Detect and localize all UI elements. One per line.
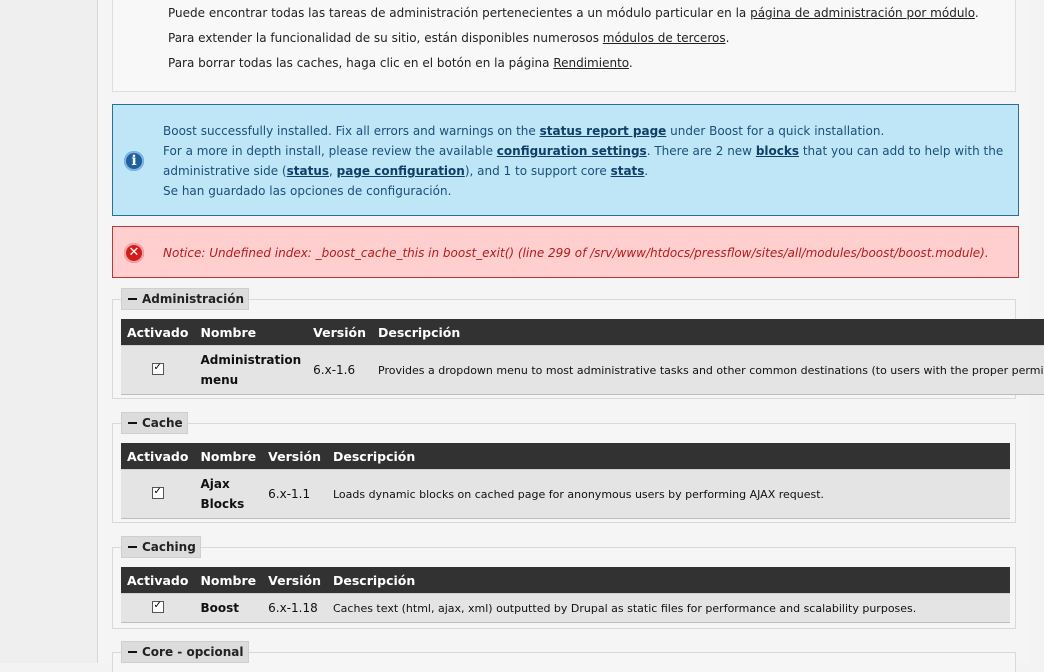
modules-table: Activado Nombre Versión Descripción ✓ Bo…: [121, 567, 1010, 623]
help-text: .: [628, 56, 633, 70]
help-line-2: Para extender la funcionalidad de su sit…: [168, 30, 729, 46]
collapse-icon: [128, 421, 137, 424]
help-text: .: [725, 31, 730, 45]
module-name: Ajax Blocks: [194, 469, 263, 519]
table-header: Activado Nombre Versión Descripción: [121, 319, 1044, 346]
status-text: For a more in depth install, please revi…: [163, 144, 497, 158]
info-icon: i: [124, 151, 144, 171]
col-version: Versión: [262, 443, 327, 470]
modules-table: Activado Nombre Versión Descripción ✓ Aj…: [121, 443, 1010, 519]
col-name: Nombre: [194, 443, 263, 470]
blocks-link[interactable]: blocks: [756, 144, 799, 158]
status-text: Boost successfully installed. Fix all er…: [163, 124, 540, 138]
status-text: . There are 2 new: [646, 144, 756, 158]
status-report-link[interactable]: status report page: [540, 124, 667, 138]
status-line-2: For a more in depth install, please revi…: [163, 143, 1003, 159]
col-name: Nombre: [194, 567, 263, 594]
help-text: .: [974, 6, 979, 20]
main-content: Puede encontrar todas las tareas de admi…: [98, 0, 1044, 672]
status-link[interactable]: status: [287, 164, 329, 178]
col-version: Versión: [307, 319, 373, 346]
error-message: ✕ Notice: Undefined index: _boost_cache_…: [112, 226, 1019, 278]
performance-link[interactable]: Rendimiento: [553, 56, 629, 70]
fieldset-toggle-cache[interactable]: Cache: [121, 412, 188, 434]
fieldset-legend: Caching: [142, 540, 196, 554]
fieldset-toggle-caching[interactable]: Caching: [121, 536, 201, 558]
fieldset-legend: Administración: [142, 292, 245, 306]
status-text: under Boost for a quick installation.: [666, 124, 885, 138]
help-block: Puede encontrar todas las tareas de admi…: [112, 0, 1016, 92]
status-line-1: Boost successfully installed. Fix all er…: [163, 123, 884, 139]
status-message: i Boost successfully installed. Fix all …: [112, 104, 1019, 216]
fieldset-legend: Cache: [142, 416, 183, 430]
status-text: administrative side (: [163, 164, 287, 178]
collapse-icon: [128, 545, 137, 548]
collapse-icon: [128, 297, 137, 300]
fieldset-administracion: Administración Activado Nombre Versión D…: [112, 288, 1044, 399]
help-line-3: Para borrar todas las caches, haga clic …: [168, 55, 633, 71]
stats-link[interactable]: stats: [611, 164, 645, 178]
checkmark: ✓: [153, 361, 162, 373]
per-module-admin-link[interactable]: página de administración por módulo: [750, 6, 975, 20]
col-enabled: Activado: [121, 319, 195, 346]
status-line-4: Se han guardado las opciones de configur…: [163, 184, 452, 198]
enabled-cell: ✓: [121, 469, 195, 519]
fieldset-legend: Core - opcional: [142, 645, 244, 659]
module-description: Provides a dropdown menu to most adminis…: [372, 345, 1044, 395]
fieldset-caching: Caching Activado Nombre Versión Descripc…: [112, 536, 1016, 629]
module-checkbox[interactable]: ✓: [151, 599, 164, 613]
fieldset-core-opcional: Core - opcional: [112, 641, 1016, 672]
col-description: Descripción: [327, 443, 1010, 470]
status-text: ), and 1 to support core: [464, 164, 611, 178]
enabled-cell: ✓: [121, 593, 195, 623]
table-header: Activado Nombre Versión Descripción: [121, 443, 1010, 470]
page-configuration-link[interactable]: page configuration: [337, 164, 465, 178]
checkmark: ✓: [153, 599, 162, 611]
help-text: Para extender la funcionalidad de su sit…: [168, 31, 603, 45]
error-notice-text: Notice: Undefined index: _boost_cache_th…: [163, 246, 989, 260]
col-enabled: Activado: [121, 443, 195, 470]
col-description: Descripción: [372, 319, 1044, 346]
module-name: Administration menu: [194, 345, 308, 395]
fieldset-toggle-core-opcional[interactable]: Core - opcional: [121, 641, 249, 663]
third-party-modules-link[interactable]: módulos de terceros: [603, 31, 726, 45]
fieldset-cache: Cache Activado Nombre Versión Descripció…: [112, 412, 1016, 523]
enabled-cell: ✓: [121, 345, 195, 395]
module-checkbox[interactable]: ✓: [151, 485, 164, 499]
col-name: Nombre: [194, 319, 308, 346]
left-sidebar: [0, 0, 98, 663]
collapse-icon: [128, 650, 137, 653]
checkmark: ✓: [153, 485, 162, 497]
table-row: ✓ Boost 6.x-1.18 Caches text (html, ajax…: [121, 593, 1010, 623]
help-text: Puede encontrar todas las tareas de admi…: [168, 6, 751, 20]
module-version: 6.x-1.1: [262, 469, 327, 519]
help-text: Para borrar todas las caches, haga clic …: [168, 56, 554, 70]
module-checkbox[interactable]: ✓: [151, 361, 164, 375]
status-text: .: [644, 164, 649, 178]
status-text: ,: [329, 164, 337, 178]
module-version: 6.x-1.18: [262, 593, 327, 623]
col-description: Descripción: [327, 567, 1010, 594]
error-icon: ✕: [124, 243, 144, 263]
table-row: ✓ Administration menu 6.x-1.6 Provides a…: [121, 345, 1044, 395]
status-line-3: administrative side (status, page config…: [163, 163, 648, 179]
module-description: Loads dynamic blocks on cached page for …: [327, 469, 1010, 519]
configuration-settings-link[interactable]: configuration settings: [497, 144, 647, 158]
module-description: Caches text (html, ajax, xml) outputted …: [327, 593, 1010, 623]
module-name: Boost: [194, 593, 263, 623]
fieldset-toggle-administracion[interactable]: Administración: [121, 288, 250, 310]
module-version: 6.x-1.6: [307, 345, 373, 395]
col-version: Versión: [262, 567, 327, 594]
modules-table: Activado Nombre Versión Descripción ✓ Ad…: [121, 319, 1044, 395]
status-text: that you can add to help with the: [799, 144, 1004, 158]
col-enabled: Activado: [121, 567, 195, 594]
help-line-1: Puede encontrar todas las tareas de admi…: [168, 5, 979, 21]
table-row: ✓ Ajax Blocks 6.x-1.1 Loads dynamic bloc…: [121, 469, 1010, 519]
table-header: Activado Nombre Versión Descripción: [121, 567, 1010, 594]
